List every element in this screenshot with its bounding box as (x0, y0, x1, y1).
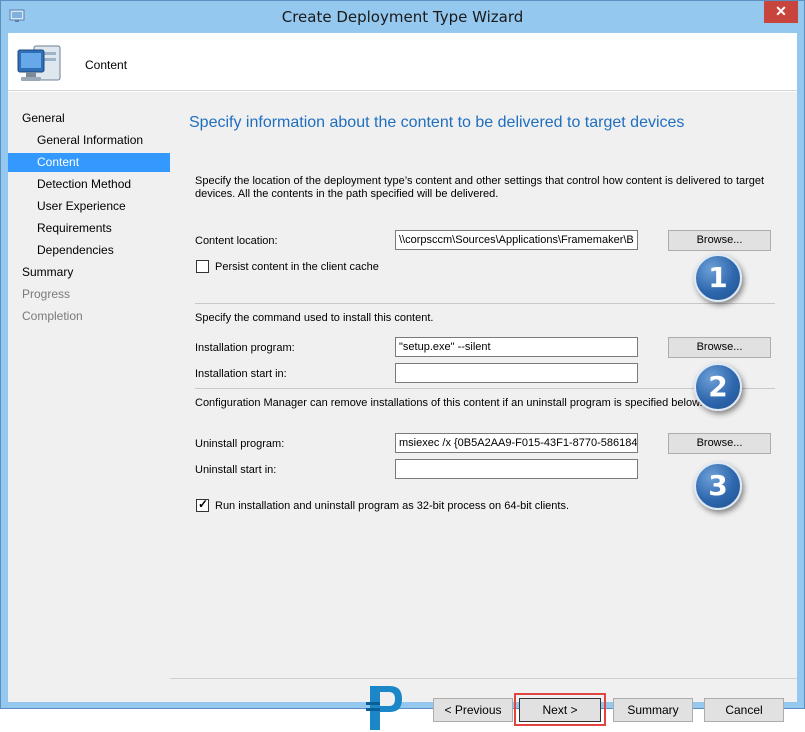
run-32bit-label: Run installation and uninstall program a… (215, 500, 570, 512)
section-heading: Specify information about the content to… (189, 114, 685, 131)
window-title: Create Deployment Type Wizard (281, 8, 524, 26)
content-description: Specify the location of the deployment t… (195, 175, 765, 200)
computer-icon (17, 45, 61, 81)
uninstall-start-in-input[interactable] (395, 459, 638, 479)
uninstall-program-input[interactable]: msiexec /x {0B5A2AA9-F015-43F1-8770-5861… (395, 433, 638, 453)
next-button[interactable]: Next > (519, 698, 601, 722)
client-area: Content General General Information Cont… (8, 33, 797, 730)
sidebar-item-progress: Progress (22, 287, 71, 301)
annotation-badge-3: 3 (694, 462, 742, 510)
prajwal-logo-icon (366, 686, 402, 730)
run-32bit-checkbox[interactable]: ✓ (196, 497, 209, 512)
install-section-label: Specify the command used to install this… (195, 312, 434, 324)
persist-cache-label: Persist content in the client cache (215, 261, 379, 273)
sidebar-item-detection-method[interactable]: Detection Method (8, 175, 170, 194)
content-location-input[interactable]: \\corpsccm\Sources\Applications\Framemak… (395, 230, 638, 250)
install-start-in-input[interactable] (395, 363, 638, 383)
title-bar[interactable]: Create Deployment Type Wizard ✕ (1, 1, 804, 33)
install-program-label: Installation program: (195, 342, 295, 354)
summary-button[interactable]: Summary (613, 698, 693, 722)
install-program-browse-button[interactable]: Browse... (668, 337, 771, 358)
separator (195, 388, 775, 389)
persist-cache-checkbox[interactable] (196, 260, 209, 273)
page-title: Content (85, 58, 128, 72)
sidebar-item-completion: Completion (22, 309, 83, 323)
separator (195, 303, 775, 304)
wizard-window: Create Deployment Type Wizard ✕ Content … (0, 0, 805, 730)
close-icon: ✕ (775, 3, 787, 19)
sidebar-item-summary[interactable]: Summary (8, 263, 170, 282)
wizard-header: Content (8, 33, 797, 91)
sidebar-item-dependencies[interactable]: Dependencies (8, 241, 170, 260)
content-location-browse-button[interactable]: Browse... (668, 230, 771, 251)
annotation-badge-1: 1 (694, 254, 742, 302)
install-start-in-label: Installation start in: (195, 368, 287, 380)
wizard-main-panel: Specify information about the content to… (170, 92, 797, 730)
sidebar-item-content[interactable]: Content (8, 153, 170, 172)
wizard-sidebar: General General Information Content Dete… (8, 92, 170, 702)
sidebar-item-general[interactable]: General (8, 109, 170, 128)
sidebar-item-general-information[interactable]: General Information (8, 131, 170, 150)
cancel-button[interactable]: Cancel (704, 698, 784, 722)
sidebar-item-user-experience[interactable]: User Experience (8, 197, 170, 216)
footer-divider (170, 678, 797, 679)
install-program-input[interactable]: "setup.exe" --silent (395, 337, 638, 357)
sidebar-item-requirements[interactable]: Requirements (8, 219, 170, 238)
checkmark-icon: ✓ (198, 497, 209, 511)
uninstall-program-browse-button[interactable]: Browse... (668, 433, 771, 454)
close-button[interactable]: ✕ (764, 1, 798, 23)
annotation-badge-2: 2 (694, 363, 742, 411)
content-location-label: Content location: (195, 235, 278, 247)
uninstall-section-label: Configuration Manager can remove install… (195, 397, 703, 409)
uninstall-start-in-label: Uninstall start in: (195, 464, 277, 476)
uninstall-program-label: Uninstall program: (195, 438, 285, 450)
previous-button[interactable]: < Previous (433, 698, 513, 722)
